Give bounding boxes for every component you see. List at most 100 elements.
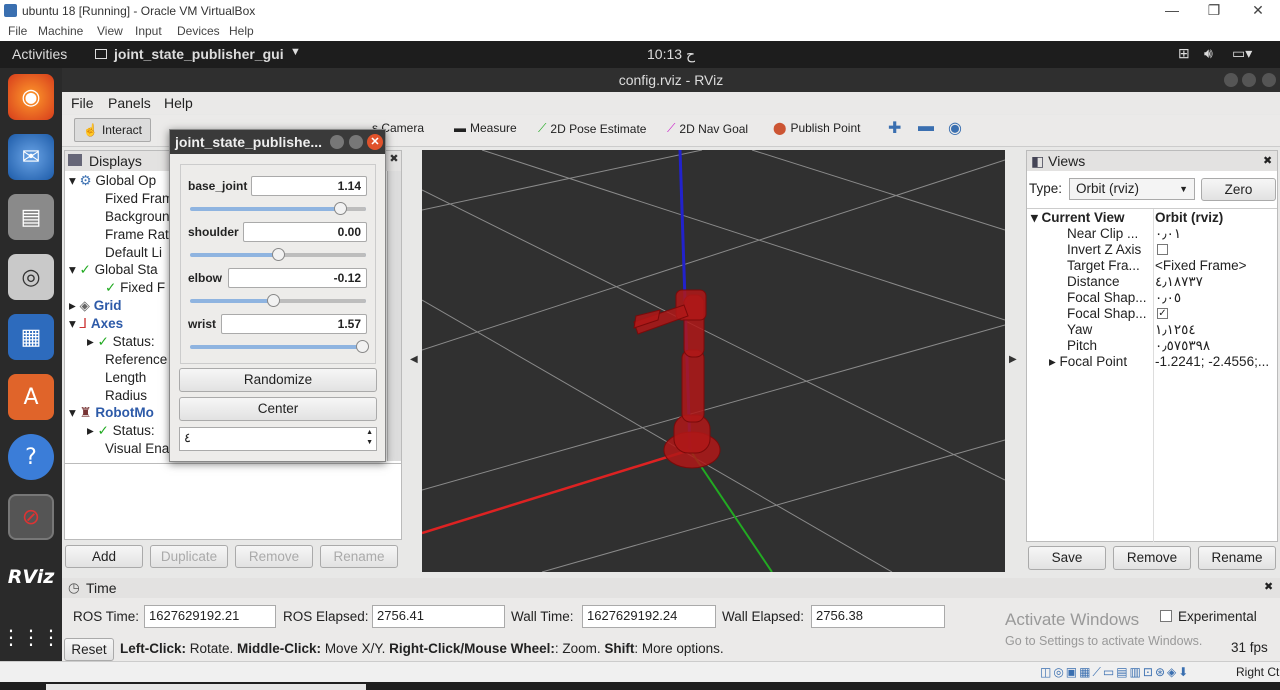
randomize-button[interactable]: Randomize: [179, 368, 377, 392]
rviz-close-button[interactable]: [1262, 73, 1276, 87]
rviz-maximize-button[interactable]: [1242, 73, 1256, 87]
joint-slider-base[interactable]: [190, 202, 366, 215]
network-icon[interactable]: ⊞: [1178, 45, 1190, 62]
tree-row-fixed-frame-status[interactable]: ✓ Fixed F: [105, 279, 165, 297]
tree-row-axes[interactable]: ▾ ⅃ Axes: [69, 315, 123, 333]
nav-goal-tool[interactable]: ⟋ 2D Nav Goal: [667, 121, 748, 136]
jsp-maximize-button[interactable]: [349, 135, 363, 149]
joint-slider-elbow[interactable]: [190, 294, 366, 307]
jsp-minimize-button[interactable]: [330, 135, 344, 149]
center-button[interactable]: Center: [179, 397, 377, 421]
interact-tool[interactable]: ☝ Interact: [74, 118, 151, 142]
joint-value-wrist[interactable]: 1.57: [221, 314, 367, 334]
restore-button[interactable]: ❐: [1192, 0, 1236, 22]
show-apps-icon[interactable]: ⋮⋮⋮: [1, 614, 61, 660]
joint-value-elbow[interactable]: -0.12: [228, 268, 367, 288]
prop-value[interactable]: ۰٫۰۱: [1155, 225, 1181, 243]
joint-value-base[interactable]: 1.14: [251, 176, 367, 196]
minimize-button[interactable]: —: [1150, 0, 1194, 22]
measure-tool[interactable]: ▬ Measure: [454, 121, 517, 135]
tree-row-radius[interactable]: Radius: [105, 387, 147, 405]
prop-value[interactable]: ۰٫۰٥: [1155, 289, 1181, 307]
activities-button[interactable]: Activities: [12, 46, 67, 62]
collapse-right-icon[interactable]: ▶: [1009, 354, 1017, 365]
view-prop-focal-point[interactable]: ▸ Focal Point: [1049, 353, 1127, 371]
close-icon[interactable]: ✖: [1263, 154, 1272, 167]
vbox-menu-view[interactable]: View: [97, 24, 123, 38]
ros-elapsed-field[interactable]: 2756.41: [372, 605, 505, 628]
software-icon[interactable]: A: [8, 374, 54, 420]
slider-knob[interactable]: [272, 248, 285, 261]
spin-arrows-icon[interactable]: ▲ ▼: [366, 428, 373, 448]
app-icon[interactable]: ⊘: [8, 494, 54, 540]
reset-button[interactable]: Reset: [64, 638, 114, 661]
eye-icon[interactable]: ◉: [948, 118, 962, 138]
help-icon[interactable]: ?: [8, 434, 54, 480]
experimental-checkbox[interactable]: [1160, 610, 1172, 622]
slider-knob[interactable]: [267, 294, 280, 307]
vbox-menu-help[interactable]: Help: [229, 24, 254, 38]
remove-display-button[interactable]: Remove: [235, 545, 313, 568]
row-count-spinbox[interactable]: ٤ ▲ ▼: [179, 427, 377, 451]
view-type-select[interactable]: Orbit (rviz) ▼: [1069, 178, 1195, 200]
menu-file[interactable]: File: [71, 95, 94, 111]
writer-icon[interactable]: ▦: [8, 314, 54, 360]
rename-view-button[interactable]: Rename: [1198, 546, 1276, 570]
save-view-button[interactable]: Save: [1028, 546, 1106, 570]
vbox-menu-input[interactable]: Input: [135, 24, 162, 38]
firefox-icon[interactable]: ◉: [8, 74, 54, 120]
joint-value-shoulder[interactable]: 0.00: [243, 222, 367, 242]
scene-svg[interactable]: [422, 150, 1005, 572]
menu-panels[interactable]: Panels: [108, 95, 151, 111]
displays-scrollbar[interactable]: [387, 171, 401, 461]
ros-time-field[interactable]: 1627629192.21: [144, 605, 276, 628]
menu-help[interactable]: Help: [164, 95, 193, 111]
taskbar-item[interactable]: [46, 684, 366, 690]
tree-row-background[interactable]: Backgroun: [105, 208, 170, 226]
clock[interactable]: 10:13 ﺡ: [647, 46, 695, 63]
vbox-menu-machine[interactable]: Machine: [38, 24, 83, 38]
rename-display-button[interactable]: Rename: [320, 545, 398, 568]
slider-knob[interactable]: [356, 340, 369, 353]
collapse-left-icon[interactable]: ◀: [410, 354, 418, 365]
files-icon[interactable]: ▤: [8, 194, 54, 240]
app-menu[interactable]: joint_state_publisher_gui: [114, 46, 284, 62]
volume-icon[interactable]: 🔊︎: [1204, 45, 1213, 62]
minus-icon[interactable]: ▬: [918, 118, 934, 136]
zero-button[interactable]: Zero: [1201, 178, 1276, 201]
wall-elapsed-field[interactable]: 2756.38: [811, 605, 945, 628]
battery-icon[interactable]: ▭▾: [1232, 45, 1252, 62]
tree-row-global-options[interactable]: ▾ ⚙ Global Op: [69, 172, 156, 190]
close-icon[interactable]: ✖: [388, 152, 400, 165]
tree-row-default-light[interactable]: Default Li: [105, 244, 162, 262]
device-icons[interactable]: ◫◎▣▦⟋▭▤▥⊡⊛◈⬇: [1040, 665, 1190, 680]
rviz-minimize-button[interactable]: [1224, 73, 1238, 87]
duplicate-button[interactable]: Duplicate: [150, 545, 228, 568]
focal-shape-checkbox[interactable]: ✓: [1157, 308, 1168, 319]
invert-z-checkbox[interactable]: [1157, 244, 1168, 255]
vbox-menu-devices[interactable]: Devices: [177, 24, 220, 38]
prop-value[interactable]: -1.2241; -2.4556;...: [1155, 353, 1269, 371]
tree-row-robot-status[interactable]: ▸ ✓ Status:: [87, 422, 155, 440]
vbox-menu-file[interactable]: File: [8, 24, 27, 38]
publish-point-tool[interactable]: ⬤ Publish Point: [773, 121, 860, 135]
thunderbird-icon[interactable]: ✉: [8, 134, 54, 180]
pose-estimate-tool[interactable]: ⟋ 2D Pose Estimate: [538, 121, 646, 136]
joint-slider-wrist[interactable]: [190, 340, 369, 353]
rviz-icon[interactable]: RViz: [8, 554, 55, 600]
slider-knob[interactable]: [334, 202, 347, 215]
tree-row-fixed-frame[interactable]: Fixed Fram: [105, 190, 173, 208]
plus-icon[interactable]: ✚: [888, 118, 901, 138]
tree-row-frame-rate[interactable]: Frame Rat: [105, 226, 169, 244]
wall-time-field[interactable]: 1627629192.24: [582, 605, 716, 628]
add-button[interactable]: Add: [65, 545, 143, 568]
tree-row-length[interactable]: Length: [105, 369, 146, 387]
jsp-close-button[interactable]: ✕: [367, 134, 383, 150]
tree-row-global-status[interactable]: ▾ ✓ Global Sta: [69, 261, 158, 279]
tree-row-axes-status[interactable]: ▸ ✓ Status:: [87, 333, 155, 351]
close-button[interactable]: ✕: [1236, 0, 1280, 22]
remove-view-button[interactable]: Remove: [1113, 546, 1191, 570]
tree-row-reference[interactable]: Reference: [105, 351, 167, 369]
3d-viewport[interactable]: [422, 150, 1005, 572]
tree-row-grid[interactable]: ▸ ◈ Grid: [69, 297, 121, 315]
